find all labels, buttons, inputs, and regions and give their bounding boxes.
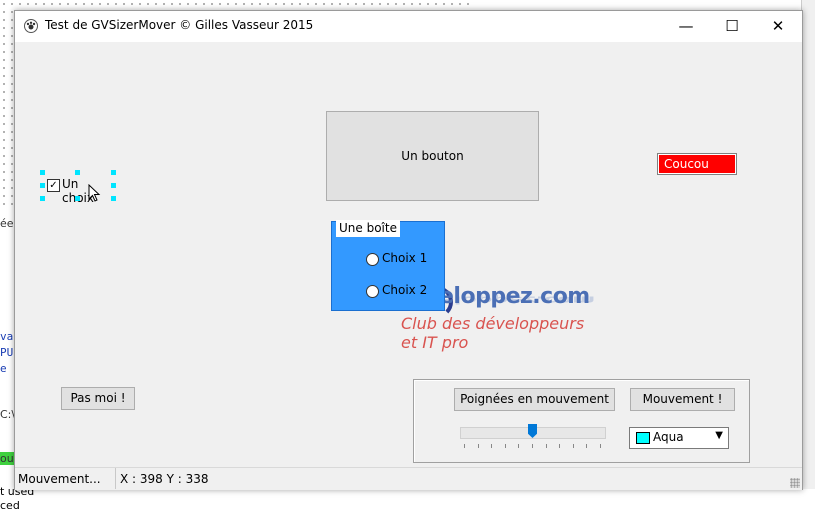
control-panel: Poignées en mouvement Mouvement ! Aqua ▼ <box>413 379 750 463</box>
mouse-cursor-icon <box>88 184 101 202</box>
mouvement-button[interactable]: Mouvement ! <box>630 388 735 411</box>
background-text: PUI <box>0 346 14 359</box>
app-icon <box>24 19 38 33</box>
background-window-right <box>801 0 815 508</box>
background-text: e l <box>0 362 14 375</box>
minimize-icon: — <box>678 17 694 35</box>
resize-handle[interactable] <box>40 196 45 201</box>
background-bottom: t used ced <box>0 485 815 512</box>
close-button[interactable]: ✕ <box>755 11 801 42</box>
coucou-label: Coucou <box>657 153 737 175</box>
status-panel-left: Mouvement... <box>15 468 116 489</box>
close-icon: ✕ <box>771 17 785 35</box>
resize-handle[interactable] <box>111 170 116 175</box>
radio-choix-1[interactable] <box>366 253 379 266</box>
status-panel-coords: X : 398 Y : 338 <box>116 468 416 489</box>
slider-tick <box>586 444 588 448</box>
resize-handle[interactable] <box>75 196 80 201</box>
background-dot-grid-left <box>0 0 14 210</box>
status-coords: X : 398 Y : 338 <box>120 472 209 486</box>
color-combobox[interactable]: Aqua ▼ <box>629 427 729 449</box>
logo-reflection: eloppez.com <box>439 293 596 307</box>
slider-tick <box>545 444 547 448</box>
radio-label-choix-2: Choix 2 <box>382 283 428 297</box>
background-text: ouc <box>0 452 14 465</box>
radio-label-choix-1: Choix 1 <box>382 251 428 265</box>
une-boite-groupbox[interactable]: Une boîte Choix 1 Choix 2 <box>331 220 445 311</box>
status-text: Mouvement... <box>18 472 101 486</box>
resize-handle[interactable] <box>40 170 45 175</box>
slider-tick <box>600 444 601 448</box>
maximize-icon: ☐ <box>725 17 739 35</box>
resize-handle[interactable] <box>111 183 116 188</box>
resize-grip-icon[interactable] <box>790 478 800 488</box>
maximize-button[interactable]: ☐ <box>709 11 755 42</box>
resize-handle[interactable] <box>40 183 45 188</box>
logo-subtitle-1: Club des développeurs <box>401 314 585 333</box>
slider-tick <box>518 444 520 448</box>
chevron-down-icon[interactable]: ▼ <box>715 430 723 441</box>
slider-tick <box>504 444 506 448</box>
background-text: ced <box>0 499 20 512</box>
radio-choix-2[interactable] <box>366 285 379 298</box>
status-bar: Mouvement... X : 398 Y : 338 <box>15 467 802 490</box>
title-bar[interactable]: Test de GVSizerMover © Gilles Vasseur 20… <box>15 11 802 42</box>
un-choix-checkbox[interactable]: ✓ Un choix <box>40 170 116 205</box>
checkbox-box[interactable]: ✓ <box>47 179 60 192</box>
button-label: Mouvement ! <box>642 392 723 406</box>
window-title: Test de GVSizerMover © Gilles Vasseur 20… <box>45 18 314 32</box>
button-label: Poignées en mouvement <box>460 392 609 406</box>
groupbox-title: Une boîte <box>336 220 400 237</box>
client-area: ✓ Un choix Un bouton Coucou eloppez.com <box>15 42 802 467</box>
background-text: var <box>0 330 14 343</box>
slider-tick <box>491 444 493 448</box>
button-label: Un bouton <box>401 149 464 163</box>
color-swatch <box>636 432 650 444</box>
poignees-en-mouvement-button[interactable]: Poignées en mouvement <box>454 388 615 411</box>
minimize-button[interactable]: — <box>663 11 709 42</box>
slider-tick <box>464 444 465 448</box>
resize-handle[interactable] <box>75 170 80 175</box>
background-text: ées <box>0 217 14 230</box>
slider-tick <box>559 444 561 448</box>
resize-handle[interactable] <box>111 196 116 201</box>
slider-tick <box>532 444 533 448</box>
pas-moi-button[interactable]: Pas moi ! <box>61 387 135 410</box>
background-text: C:\ <box>0 408 14 421</box>
combo-value: Aqua <box>653 430 684 444</box>
logo-subtitle-2: et IT pro <box>401 333 469 352</box>
button-label: Pas moi ! <box>70 391 126 405</box>
app-window: Test de GVSizerMover © Gilles Vasseur 20… <box>14 10 803 490</box>
slider-tick <box>572 444 574 448</box>
un-bouton-button[interactable]: Un bouton <box>326 111 539 201</box>
coucou-text: Coucou <box>664 157 709 171</box>
slider-tick <box>477 444 479 448</box>
check-icon: ✓ <box>49 180 58 191</box>
